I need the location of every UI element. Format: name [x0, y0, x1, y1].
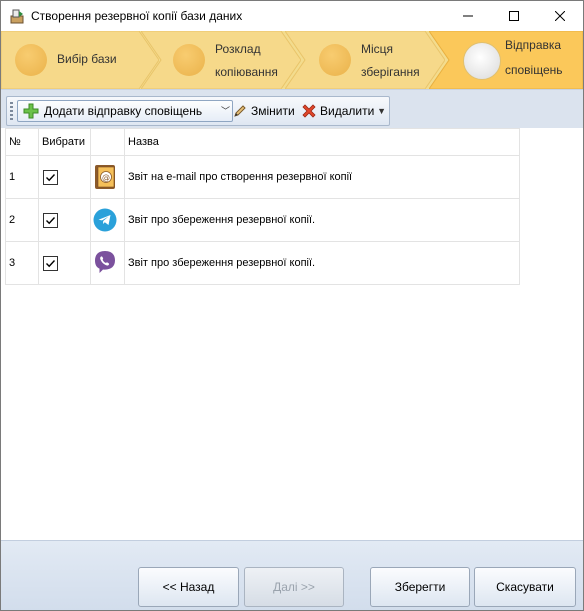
- wizard-step-storage: Місця зберігання: [285, 31, 445, 89]
- chevron-down-icon: ﹀: [220, 106, 230, 116]
- telegram-icon: [93, 208, 117, 232]
- step-label-line2: сповіщень: [505, 63, 563, 77]
- wizard-step-select-database: Вибір бази: [1, 31, 159, 89]
- table-header-row: № Вибрати Назва: [5, 128, 520, 156]
- viber-icon: [95, 251, 115, 273]
- back-button[interactable]: << Назад: [138, 567, 239, 607]
- save-button[interactable]: Зберегти: [370, 567, 470, 607]
- toolbar-area: Додати відправку сповіщень ﹀ Змінити Вид…: [1, 89, 583, 128]
- checkmark-icon: [46, 259, 56, 267]
- cancel-button[interactable]: Скасувати: [474, 567, 576, 607]
- delete-label: Видалити: [320, 104, 375, 118]
- step-label-line1: Відправка: [505, 38, 562, 52]
- app-icon: [10, 9, 24, 24]
- row-checkbox[interactable]: [43, 212, 58, 228]
- delete-icon: [302, 104, 316, 118]
- row-name: Звіт на e-mail про створення резервної к…: [124, 155, 520, 199]
- row-checkbox[interactable]: [43, 255, 58, 271]
- backup-wizard-window: Створення резервної копії бази даних Виб…: [0, 0, 584, 611]
- svg-text:@: @: [102, 173, 110, 182]
- add-icon: [23, 103, 39, 119]
- column-header-icon[interactable]: [90, 128, 125, 156]
- step-label-line2: зберігання: [361, 65, 420, 79]
- close-icon: [555, 11, 565, 21]
- next-button[interactable]: Далі >>: [244, 567, 344, 607]
- row-select-cell: [38, 198, 91, 242]
- row-number: 3: [5, 241, 39, 285]
- delete-button[interactable]: Видалити: [301, 101, 374, 121]
- minimize-button[interactable]: [445, 1, 491, 31]
- column-header-number[interactable]: №: [5, 128, 39, 156]
- row-name: Звіт про збереження резервної копії.: [124, 198, 520, 242]
- row-icon-cell: [90, 198, 125, 242]
- row-checkbox[interactable]: [43, 169, 58, 185]
- table-row[interactable]: 3 Звіт про збереження резервної копії.: [5, 241, 520, 285]
- notifications-grid: № Вибрати Назва 1 @ Звіт на e-mail про с…: [1, 128, 583, 540]
- row-name: Звіт про збереження резервної копії.: [124, 241, 520, 285]
- add-notification-label: Додати відправку сповіщень: [44, 104, 203, 118]
- maximize-icon: [509, 11, 519, 21]
- add-notification-dropdown[interactable]: Додати відправку сповіщень ﹀: [17, 100, 233, 122]
- table-row[interactable]: 1 @ Звіт на e-mail про створення резервн…: [5, 155, 520, 199]
- step-label-line1: Розклад: [215, 42, 261, 56]
- step-label-line1: Місця: [361, 42, 394, 56]
- checkmark-icon: [46, 216, 56, 224]
- step-label: Вибір бази: [57, 52, 117, 66]
- table-row[interactable]: 2 Звіт про збереження резервної копії.: [5, 198, 520, 242]
- column-header-select[interactable]: Вибрати: [38, 128, 91, 156]
- toolbar: Додати відправку сповіщень ﹀ Змінити Вид…: [6, 96, 390, 126]
- edit-button[interactable]: Змінити: [232, 101, 295, 121]
- checkmark-icon: [46, 173, 56, 181]
- column-header-name[interactable]: Назва: [124, 128, 520, 156]
- pencil-icon: [234, 105, 246, 117]
- row-icon-cell: @: [90, 155, 125, 199]
- row-select-cell: [38, 241, 91, 285]
- step-indicator-active: [463, 42, 501, 80]
- title-bar: Створення резервної копії бази даних: [1, 1, 583, 31]
- step-label-line2: копіювання: [215, 65, 278, 79]
- notifications-table: № Вибрати Назва 1 @ Звіт на e-mail про с…: [5, 128, 520, 285]
- close-button[interactable]: [537, 1, 583, 31]
- maximize-button[interactable]: [491, 1, 537, 31]
- window-title: Створення резервної копії бази даних: [31, 9, 243, 23]
- wizard-step-schedule: Розклад копіювання: [141, 31, 301, 89]
- step-indicator: [173, 44, 205, 76]
- minimize-icon: [463, 15, 473, 17]
- toolbar-overflow-icon[interactable]: ▼: [377, 106, 386, 116]
- wizard-step-notifications: Відправка сповіщень: [429, 31, 583, 89]
- row-icon-cell: [90, 241, 125, 285]
- email-icon: @: [95, 165, 115, 189]
- edit-label: Змінити: [251, 104, 295, 118]
- row-select-cell: [38, 155, 91, 199]
- row-number: 2: [5, 198, 39, 242]
- step-indicator: [15, 44, 47, 76]
- wizard-steps: Вибір бази Розклад копіювання Місця збер…: [1, 31, 583, 89]
- button-bar: << Назад Далі >> Зберегти Скасувати: [1, 540, 583, 610]
- row-number: 1: [5, 155, 39, 199]
- step-indicator: [319, 44, 351, 76]
- toolbar-grip[interactable]: [10, 102, 13, 120]
